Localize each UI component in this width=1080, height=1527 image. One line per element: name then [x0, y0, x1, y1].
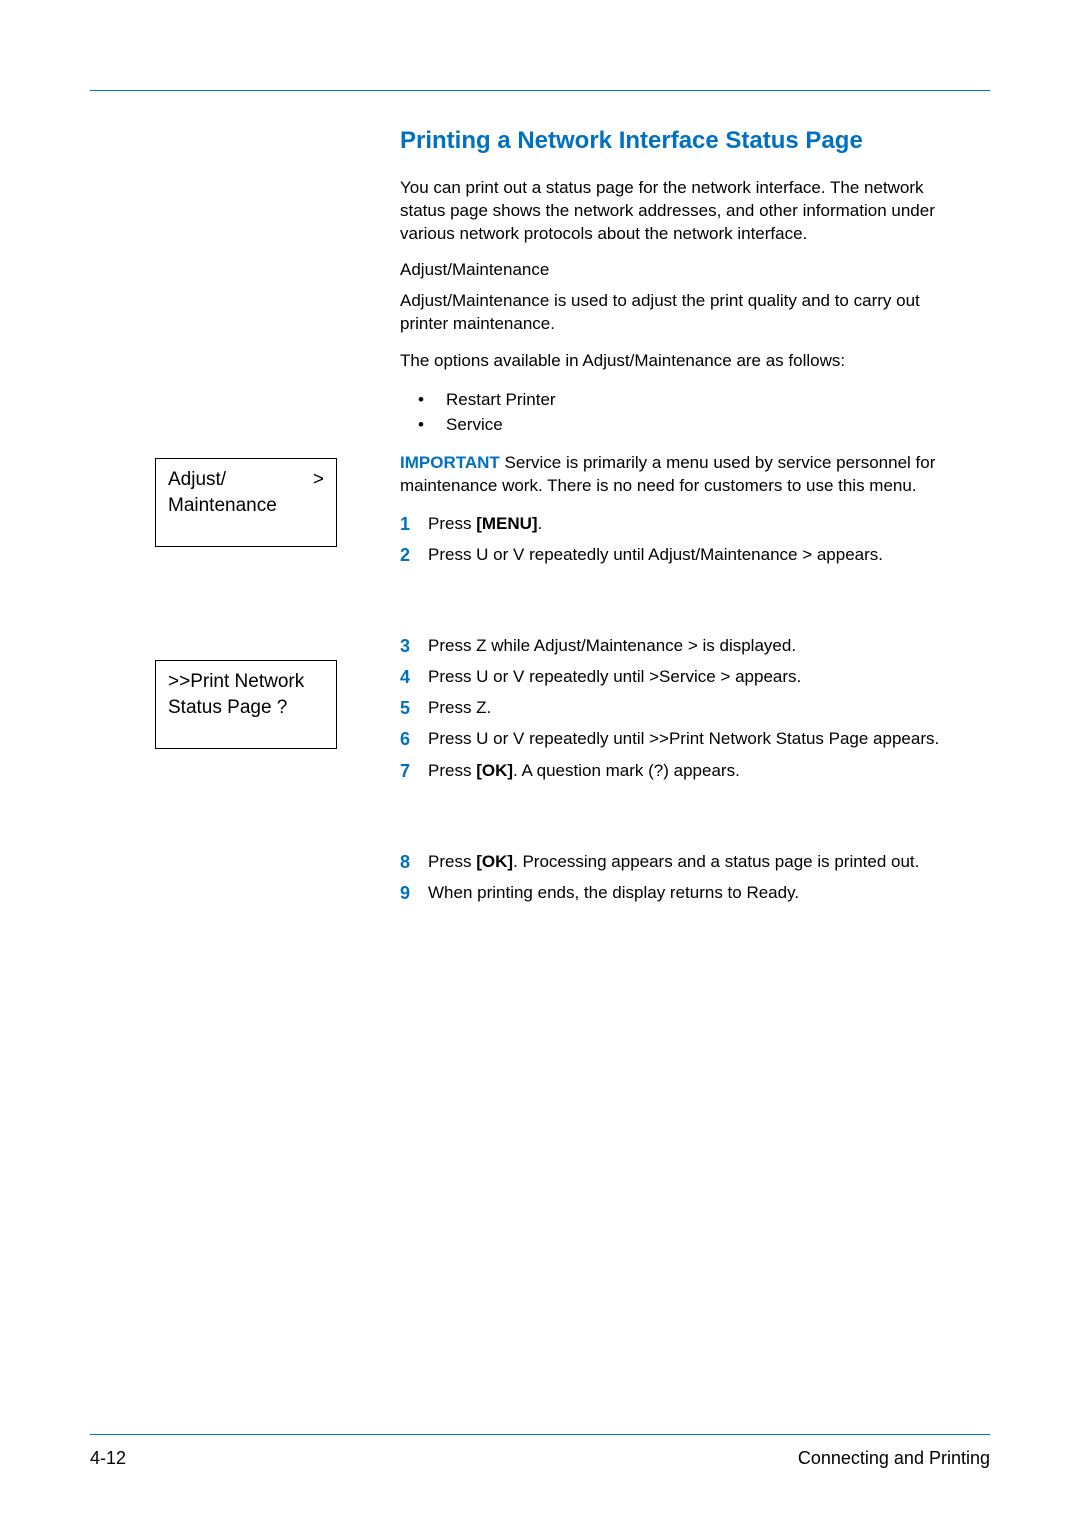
- lcd-display-print-network: >>Print Network Status Page ?: [155, 660, 337, 749]
- step-number: 6: [400, 727, 428, 752]
- lcd-line: Status Page ?: [168, 695, 324, 721]
- lcd-line: >>Print Network: [168, 669, 324, 695]
- options-list: Restart Printer Service: [418, 387, 970, 438]
- lcd-display-adjust-maintenance: Adjust/ > Maintenance: [155, 458, 337, 547]
- step-1: 1 Press [MENU].: [400, 512, 970, 537]
- lcd-line: Maintenance: [168, 493, 324, 519]
- step-number: 9: [400, 881, 428, 906]
- step-6: 6 Press U or V repeatedly until >>Print …: [400, 727, 970, 752]
- top-rule: [90, 90, 990, 91]
- options-lead: The options available in Adjust/Maintena…: [400, 350, 970, 373]
- step-4: 4 Press U or V repeatedly until >Service…: [400, 665, 970, 690]
- page-footer: 4-12 Connecting and Printing: [90, 1448, 990, 1469]
- step-text: Press Z while Adjust/Maintenance > is di…: [428, 634, 970, 659]
- bottom-rule: [90, 1434, 990, 1435]
- lcd-line: Adjust/ >: [168, 467, 324, 493]
- step-text: Press U or V repeatedly until >>Print Ne…: [428, 727, 970, 752]
- step-2: 2 Press U or V repeatedly until Adjust/M…: [400, 543, 970, 568]
- step-text: Press [MENU].: [428, 512, 970, 537]
- important-label: IMPORTANT: [400, 453, 500, 472]
- step-number: 4: [400, 665, 428, 690]
- step-text: Press Z.: [428, 696, 970, 721]
- step-5: 5 Press Z.: [400, 696, 970, 721]
- step-number: 8: [400, 850, 428, 875]
- section-title: Connecting and Printing: [798, 1448, 990, 1469]
- subheading: Adjust/Maintenance: [400, 260, 970, 280]
- step-text: Press U or V repeatedly until Adjust/Mai…: [428, 543, 970, 568]
- page-number: 4-12: [90, 1448, 126, 1469]
- intro-paragraph: You can print out a status page for the …: [400, 177, 970, 246]
- step-text: Press [OK]. Processing appears and a sta…: [428, 850, 970, 875]
- option-item: Service: [418, 412, 970, 438]
- main-content: Printing a Network Interface Status Page…: [400, 127, 970, 906]
- important-note: IMPORTANT Service is primarily a menu us…: [400, 452, 970, 498]
- step-text: When printing ends, the display returns …: [428, 881, 970, 906]
- step-number: 5: [400, 696, 428, 721]
- step-number: 3: [400, 634, 428, 659]
- option-item: Restart Printer: [418, 387, 970, 413]
- step-number: 1: [400, 512, 428, 537]
- step-7: 7 Press [OK]. A question mark (?) appear…: [400, 759, 970, 784]
- step-9: 9 When printing ends, the display return…: [400, 881, 970, 906]
- step-number: 2: [400, 543, 428, 568]
- step-number: 7: [400, 759, 428, 784]
- subheading-description: Adjust/Maintenance is used to adjust the…: [400, 290, 970, 336]
- step-8: 8 Press [OK]. Processing appears and a s…: [400, 850, 970, 875]
- step-text: Press [OK]. A question mark (?) appears.: [428, 759, 970, 784]
- page-title: Printing a Network Interface Status Page: [400, 127, 970, 155]
- step-3: 3 Press Z while Adjust/Maintenance > is …: [400, 634, 970, 659]
- steps-list: 1 Press [MENU]. 2 Press U or V repeatedl…: [400, 512, 970, 907]
- step-text: Press U or V repeatedly until >Service >…: [428, 665, 970, 690]
